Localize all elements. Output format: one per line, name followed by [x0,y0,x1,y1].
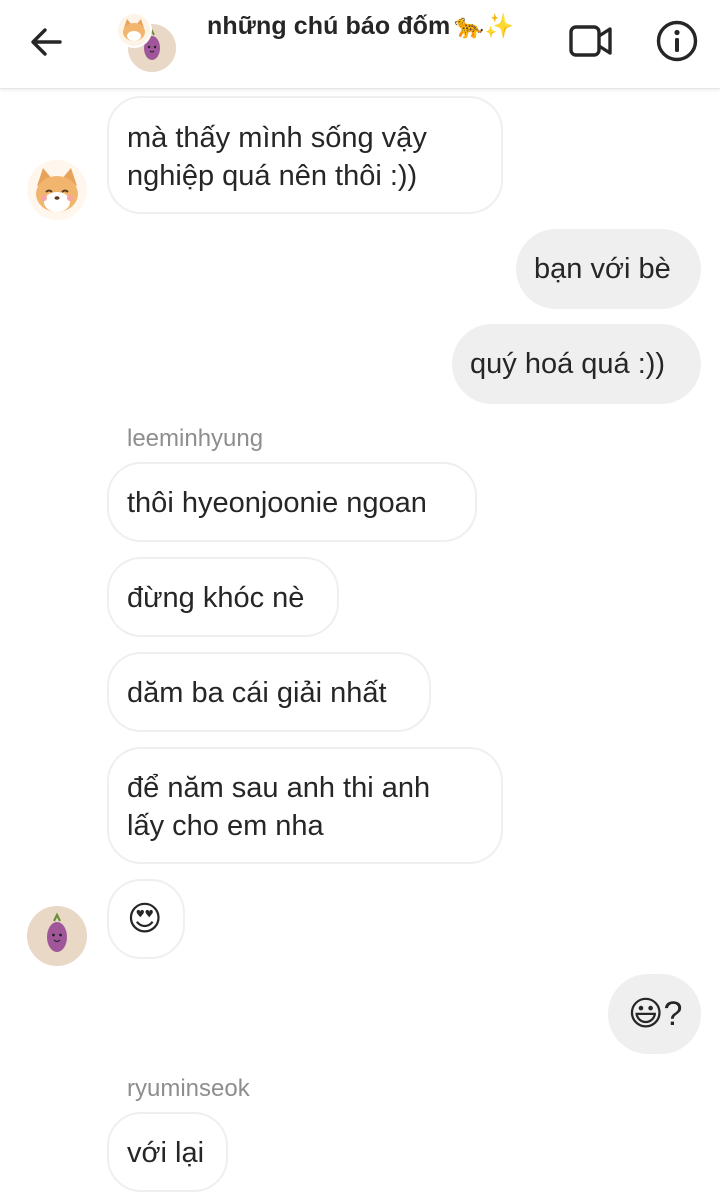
shiba-avatar[interactable] [27,160,87,220]
message-bubble[interactable]: mà thấy mình sống vậy nghiệp quá nên thô… [107,96,503,214]
message-bubble[interactable]: với lại [107,1112,228,1192]
message-bubble[interactable]: thôi hyeonjoonie ngoan [107,462,477,542]
message-bubble[interactable]: để năm sau anh thi anh lấy cho em nha [107,747,503,864]
message-text: quý hoá quá :)) [470,348,666,380]
video-call-button[interactable] [566,18,616,64]
message-text: đừng khóc nè [127,582,305,614]
message-bubble[interactable]: quý hoá quá :)) [452,324,701,404]
sender-name: ryuminseok [127,1075,250,1102]
message-text-line: nghiệp quá nên thôi :)) [127,160,418,192]
chat-title[interactable]: những chú báo đốm 🐆✨ [207,12,514,41]
heart-eyes-emoji: 😍 [127,900,163,938]
info-button[interactable] [652,16,702,66]
message-bubble[interactable]: đừng khóc nè [107,557,339,637]
video-camera-icon [569,25,612,57]
message-bubble[interactable]: 😍 [107,879,185,959]
chat-title-text: những chú báo đốm [207,12,451,40]
back-button[interactable] [22,18,70,66]
message-bubble[interactable]: dăm ba cái giải nhất [107,652,431,732]
sender-name: leeminhyung [127,425,264,452]
sweet-potato-avatar[interactable] [27,906,87,966]
message-bubble[interactable]: 😃? [608,974,701,1054]
message-text: bạn với bè [534,253,671,285]
chat-header: những chú báo đốm 🐆✨ [0,0,720,89]
info-circle-icon [656,20,698,62]
smiley-question-text: 😃? [628,995,683,1033]
group-avatar[interactable] [116,12,178,74]
arrow-left-icon [31,28,62,56]
message-text-line: để năm sau anh thi anh [127,772,431,804]
message-text-line: mà thấy mình sống vậy [127,122,427,154]
leopard-sparkles-emoji: 🐆✨ [454,13,515,40]
message-text: thôi hyeonjoonie ngoan [127,487,427,519]
shiba-avatar [116,12,152,48]
message-text-line: lấy cho em nha [127,810,324,842]
message-text: với lại [127,1137,205,1169]
message-text: dăm ba cái giải nhất [127,677,387,709]
message-bubble[interactable]: bạn với bè [516,229,701,309]
